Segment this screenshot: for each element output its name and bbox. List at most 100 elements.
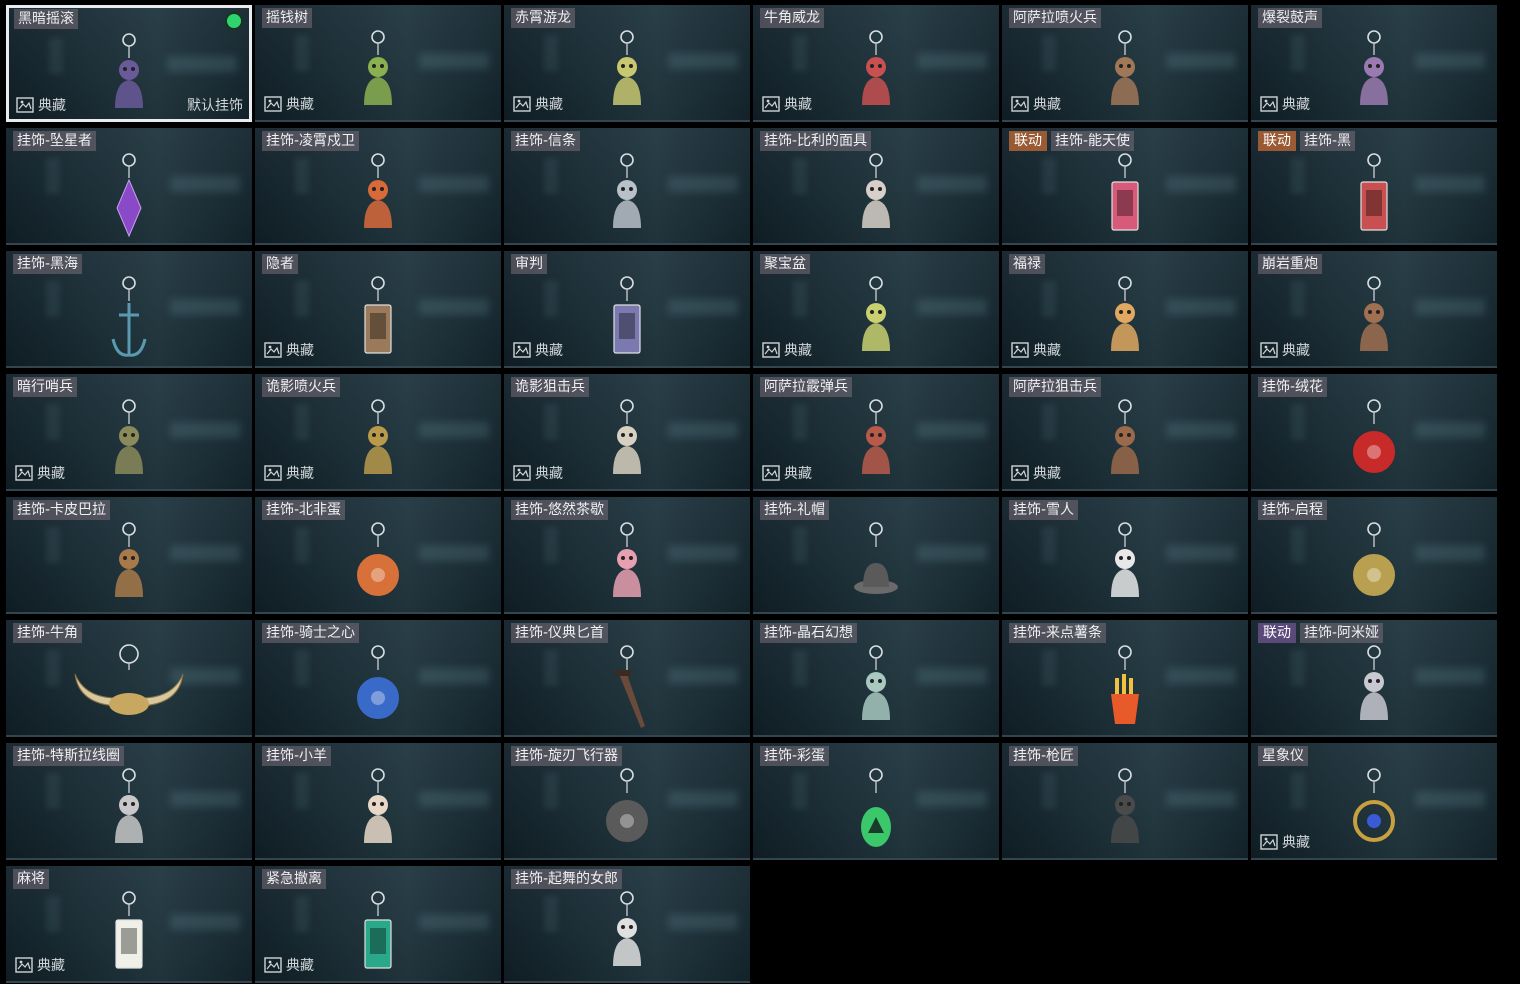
- charm-name: 挂饰-黑: [1300, 131, 1356, 151]
- charm-tag-row: 暗行哨兵: [13, 377, 77, 397]
- charm-card[interactable]: 联动 挂饰-能天使: [1002, 128, 1248, 245]
- charm-card[interactable]: 挂饰-枪匠: [1002, 743, 1248, 860]
- collection-tag: 典藏: [15, 463, 65, 483]
- charm-card[interactable]: 挂饰-黑海: [6, 251, 252, 368]
- collection-tag: 典藏: [513, 463, 563, 483]
- collab-badge: 联动: [1258, 623, 1296, 643]
- charm-card[interactable]: 牛角威龙 典藏: [753, 5, 999, 122]
- charm-card[interactable]: 福禄典藏: [1002, 251, 1248, 368]
- charm-card[interactable]: 聚宝盆 典藏: [753, 251, 999, 368]
- collection-icon: [762, 96, 780, 112]
- charm-name: 挂饰-枪匠: [1009, 746, 1079, 766]
- charm-card[interactable]: 隐者典藏: [255, 251, 501, 368]
- charm-tag-row: 赤霄游龙: [511, 8, 575, 28]
- collection-label: 典藏: [286, 343, 314, 359]
- collection-tag: 典藏: [1011, 463, 1061, 483]
- charm-card[interactable]: 挂饰-牛角: [6, 620, 252, 737]
- dancer-statue-charm-icon: [613, 891, 641, 966]
- collection-label: 典藏: [1033, 97, 1061, 113]
- collection-label: 典藏: [1282, 835, 1310, 851]
- charm-card[interactable]: 挂饰-绒花: [1251, 374, 1497, 491]
- charm-card[interactable]: 挂饰-北非蛋: [255, 497, 501, 614]
- charm-tag-row: 阿萨拉狙击兵: [1009, 377, 1101, 397]
- charm-name: 挂饰-小羊: [262, 746, 332, 766]
- charm-card[interactable]: 暗行哨兵 典藏: [6, 374, 252, 491]
- shadow-sniper-charm-icon: [613, 399, 641, 474]
- charm-card[interactable]: 挂饰-雪人: [1002, 497, 1248, 614]
- charm-card[interactable]: 崩岩重炮 典藏: [1251, 251, 1497, 368]
- purple-crystal-charm-icon: [116, 153, 142, 238]
- charm-tag-row: 聚宝盆: [760, 254, 810, 274]
- charm-card[interactable]: 爆裂鼓声 典藏: [1251, 5, 1497, 122]
- charm-card[interactable]: 黑暗摇滚 典藏 默认挂饰: [6, 5, 252, 122]
- charm-name: 挂饰-阿米娅: [1300, 623, 1384, 643]
- charm-tag-row: 联动 挂饰-阿米娅: [1258, 623, 1384, 643]
- charm-name: 摇钱树: [262, 8, 312, 28]
- collection-icon: [1260, 342, 1278, 358]
- collection-icon: [264, 342, 282, 358]
- charm-card[interactable]: 挂饰-来点薯条: [1002, 620, 1248, 737]
- charm-tag-row: 挂饰-黑海: [13, 254, 83, 274]
- charm-tag-row: 联动 挂饰-能天使: [1009, 131, 1135, 151]
- charm-card[interactable]: 挂饰-特斯拉线圈: [6, 743, 252, 860]
- charm-name: 挂饰-坠星者: [13, 131, 97, 151]
- charm-card[interactable]: 挂饰-旋刃飞行器: [504, 743, 750, 860]
- charm-card[interactable]: 挂饰-彩蛋: [753, 743, 999, 860]
- charm-card[interactable]: 挂饰-小羊: [255, 743, 501, 860]
- charm-tag-row: 挂饰-凌霄戍卫: [262, 131, 360, 151]
- collection-label: 典藏: [1033, 343, 1061, 359]
- collection-tag: 典藏: [513, 94, 563, 114]
- charm-name: 挂饰-黑海: [13, 254, 83, 274]
- collection-icon: [513, 465, 531, 481]
- charm-card[interactable]: 阿萨拉狙击兵 典藏: [1002, 374, 1248, 491]
- charm-card[interactable]: 诡影喷火兵 典藏: [255, 374, 501, 491]
- charm-name: 福禄: [1009, 254, 1045, 274]
- collection-tag: 典藏: [15, 955, 65, 975]
- charm-card[interactable]: 挂饰-启程: [1251, 497, 1497, 614]
- charm-card[interactable]: 挂饰-比利的面具: [753, 128, 999, 245]
- charm-tag-row: 联动 挂饰-黑: [1258, 131, 1356, 151]
- collection-label: 典藏: [784, 466, 812, 482]
- charm-card[interactable]: 挂饰-骑士之心: [255, 620, 501, 737]
- charm-card[interactable]: 联动 挂饰-黑: [1251, 128, 1497, 245]
- charm-name: 星象仪: [1258, 746, 1308, 766]
- charm-card[interactable]: 挂饰-晶石幻想: [753, 620, 999, 737]
- fries-charm-icon: [1111, 645, 1139, 724]
- charm-card[interactable]: 挂饰-卡皮巴拉: [6, 497, 252, 614]
- charm-tag-row: 福禄: [1009, 254, 1045, 274]
- charm-tag-row: 挂饰-坠星者: [13, 131, 97, 151]
- charm-card[interactable]: 赤霄游龙 典藏: [504, 5, 750, 122]
- charm-tag-row: 挂饰-小羊: [262, 746, 332, 766]
- backpack-charm-icon: [1111, 768, 1139, 843]
- collab-badge: 联动: [1009, 131, 1047, 151]
- charm-name: 挂饰-仪典匕首: [511, 623, 609, 643]
- charm-card[interactable]: 挂饰-起舞的女郎: [504, 866, 750, 983]
- charm-card[interactable]: 诡影狙击兵 典藏: [504, 374, 750, 491]
- charm-card[interactable]: 审判 典藏: [504, 251, 750, 368]
- charm-tag-row: 挂饰-悠然茶歇: [511, 500, 609, 520]
- charm-card[interactable]: 麻将 典藏: [6, 866, 252, 983]
- charm-tag-row: 摇钱树: [262, 8, 312, 28]
- collection-tag: 典藏: [1260, 94, 1310, 114]
- collection-icon: [1260, 834, 1278, 850]
- charm-card[interactable]: 星象仪典藏: [1251, 743, 1497, 860]
- charm-card[interactable]: 挂饰-凌霄戍卫: [255, 128, 501, 245]
- charm-card[interactable]: 联动 挂饰-阿米娅: [1251, 620, 1497, 737]
- charm-card[interactable]: 阿萨拉喷火兵 典藏: [1002, 5, 1248, 122]
- charm-card[interactable]: 摇钱树 典藏: [255, 5, 501, 122]
- sentinel-figure-charm-icon: [115, 399, 143, 474]
- collection-icon: [513, 96, 531, 112]
- charm-card[interactable]: 挂饰-礼帽: [753, 497, 999, 614]
- collection-label: 典藏: [37, 958, 65, 974]
- charm-name: 挂饰-卡皮巴拉: [13, 500, 111, 520]
- compass-medal-charm-icon: [1353, 522, 1395, 596]
- charm-card[interactable]: 挂饰-悠然茶歇: [504, 497, 750, 614]
- charm-card[interactable]: 挂饰-信条: [504, 128, 750, 245]
- charm-name: 挂饰-雪人: [1009, 500, 1079, 520]
- collection-tag: 典藏: [16, 95, 66, 115]
- charm-card[interactable]: 挂饰-仪典匕首: [504, 620, 750, 737]
- charm-tag-row: 隐者: [262, 254, 298, 274]
- charm-card[interactable]: 紧急撤离 典藏: [255, 866, 501, 983]
- charm-card[interactable]: 阿萨拉霰弹兵 典藏: [753, 374, 999, 491]
- charm-card[interactable]: 挂饰-坠星者: [6, 128, 252, 245]
